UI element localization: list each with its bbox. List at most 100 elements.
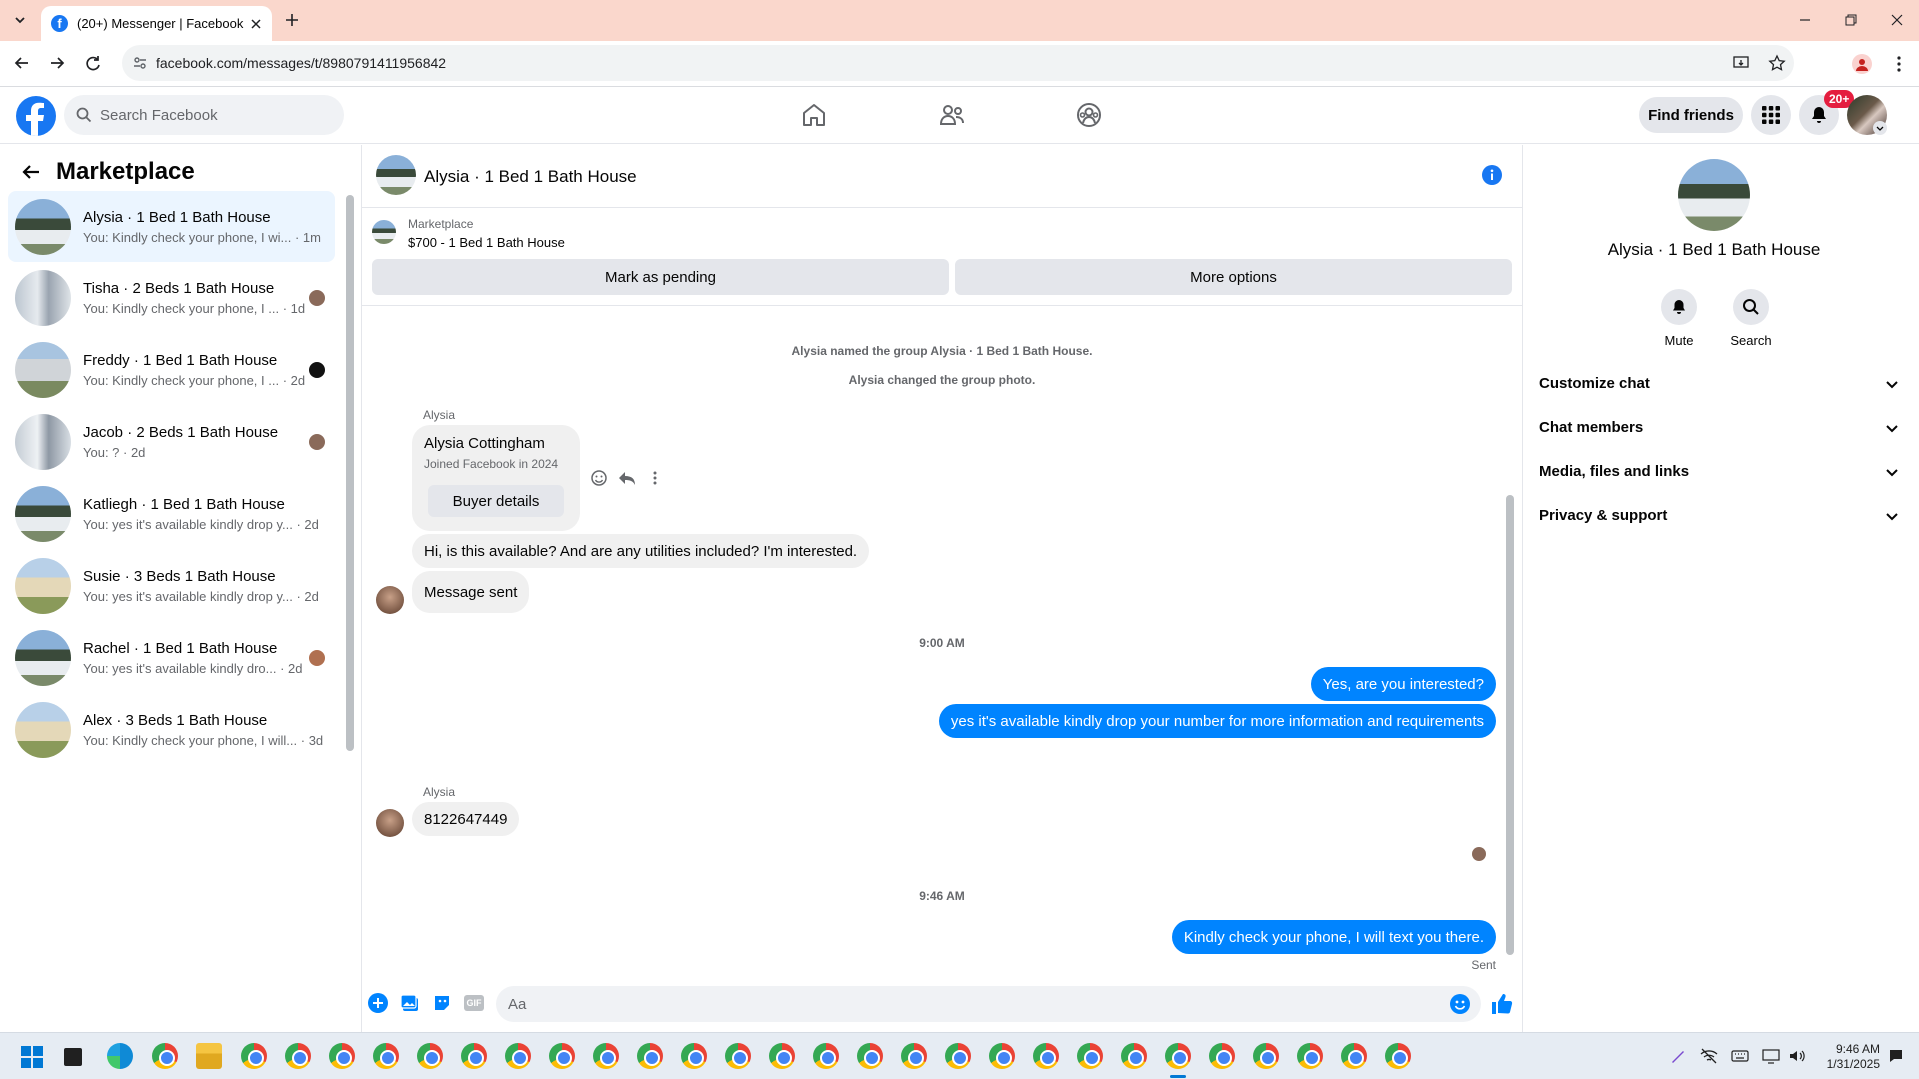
edge-browser-icon[interactable] <box>107 1043 133 1069</box>
listing-title[interactable]: $700 - 1 Bed 1 Bath House <box>408 235 565 250</box>
new-tab-button[interactable] <box>282 10 302 30</box>
conversation-item[interactable]: Susie · 3 Beds 1 Bath House You: yes it's… <box>8 550 335 621</box>
facebook-search-box[interactable]: Search Facebook <box>64 95 344 135</box>
profile-button[interactable] <box>1852 54 1872 74</box>
restore-window-button[interactable] <box>1844 13 1858 27</box>
network-off-icon[interactable] <box>1700 1048 1718 1064</box>
details-avatar[interactable] <box>1678 159 1750 231</box>
chrome-icon[interactable] <box>681 1043 707 1069</box>
sticker-icon[interactable] <box>432 993 452 1013</box>
search-in-conversation-button[interactable]: Search <box>1727 289 1775 348</box>
chrome-icon[interactable] <box>593 1043 619 1069</box>
chat-header-avatar[interactable] <box>376 155 416 195</box>
conversation-item[interactable]: Rachel · 1 Bed 1 Bath House You: yes it's… <box>8 622 335 693</box>
chrome-icon[interactable] <box>1033 1043 1059 1069</box>
notification-center-icon[interactable] <box>1888 1048 1904 1064</box>
chrome-icon[interactable] <box>417 1043 443 1069</box>
incoming-message[interactable]: 8122647449 <box>412 802 520 836</box>
conversation-item[interactable]: Freddy · 1 Bed 1 Bath House You: Kindly c… <box>8 334 335 405</box>
back-to-chats-button[interactable] <box>20 161 42 183</box>
listing-thumbnail[interactable] <box>372 220 396 244</box>
outgoing-message[interactable]: Yes, are you interested? <box>1310 667 1496 701</box>
thumbs-up-icon[interactable] <box>1490 992 1514 1016</box>
outgoing-message[interactable]: yes it's available kindly drop your numb… <box>938 704 1496 738</box>
nav-groups[interactable] <box>1075 101 1103 129</box>
clock[interactable]: 9:46 AM 1/31/2025 <box>1818 1042 1880 1072</box>
chrome-icon[interactable] <box>241 1043 267 1069</box>
conversation-item[interactable]: Tisha · 2 Beds 1 Bath House You: Kindly c… <box>8 262 335 333</box>
react-emoji-icon[interactable] <box>590 469 608 487</box>
chrome-icon[interactable] <box>813 1043 839 1069</box>
pen-icon[interactable] <box>1670 1048 1686 1064</box>
section-customize-chat[interactable]: Customize chat <box>1539 375 1899 392</box>
chrome-icon[interactable] <box>901 1043 927 1069</box>
chrome-icon[interactable] <box>549 1043 575 1069</box>
nav-home[interactable] <box>800 101 828 129</box>
mute-button[interactable]: Mute <box>1655 289 1703 348</box>
nav-friends[interactable] <box>938 101 966 129</box>
chrome-icon[interactable] <box>373 1043 399 1069</box>
section-privacy-support[interactable]: Privacy & support <box>1539 507 1899 524</box>
browser-tab-active[interactable]: f (20+) Messenger | Facebook <box>41 6 272 41</box>
chrome-icon[interactable] <box>1297 1043 1323 1069</box>
task-view-icon[interactable] <box>64 1048 82 1066</box>
conversation-item[interactable]: Jacob · 2 Beds 1 Bath House You: ? · 2d <box>8 406 335 477</box>
section-chat-members[interactable]: Chat members <box>1539 419 1899 436</box>
plus-circle-icon[interactable] <box>368 993 388 1013</box>
install-app-icon[interactable] <box>1732 54 1750 72</box>
chrome-icon[interactable] <box>769 1043 795 1069</box>
keyboard-icon[interactable] <box>1731 1049 1749 1063</box>
browser-menu-button[interactable] <box>1889 54 1909 74</box>
reload-button[interactable] <box>83 53 103 73</box>
chrome-icon[interactable] <box>1253 1043 1279 1069</box>
windows-start-icon[interactable] <box>20 1045 44 1069</box>
chat-title[interactable]: Alysia · 1 Bed 1 Bath House <box>424 167 637 187</box>
incoming-message[interactable]: Hi, is this available? And are any utili… <box>412 534 870 568</box>
outgoing-message[interactable]: Kindly check your phone, I will text you… <box>1171 920 1496 954</box>
conversation-item[interactable]: Katliegh · 1 Bed 1 Bath House You: yes it… <box>8 478 335 549</box>
chrome-icon[interactable] <box>857 1043 883 1069</box>
display-icon[interactable] <box>1762 1048 1780 1064</box>
site-info-icon[interactable] <box>132 55 148 71</box>
photo-icon[interactable] <box>400 993 420 1013</box>
chrome-icon[interactable] <box>725 1043 751 1069</box>
buyer-details-button[interactable]: Buyer details <box>428 485 564 517</box>
conversation-item[interactable]: Alex · 3 Beds 1 Bath House You: Kindly ch… <box>8 694 335 765</box>
chrome-icon[interactable] <box>1341 1043 1367 1069</box>
minimize-window-button[interactable] <box>1798 13 1812 27</box>
tab-search-button[interactable] <box>8 8 32 32</box>
incoming-message[interactable]: Message sent <box>412 571 530 613</box>
chrome-icon[interactable] <box>285 1043 311 1069</box>
back-button[interactable] <box>12 53 32 73</box>
file-explorer-icon[interactable] <box>196 1043 222 1069</box>
chrome-icon[interactable] <box>637 1043 663 1069</box>
message-input[interactable]: Aa <box>496 986 1481 1022</box>
sender-avatar[interactable] <box>376 586 404 614</box>
chrome-icon[interactable] <box>152 1043 178 1069</box>
emoji-icon[interactable] <box>1450 994 1470 1014</box>
close-tab-icon[interactable] <box>250 18 262 30</box>
chrome-icon[interactable] <box>945 1043 971 1069</box>
messages-scrollbar[interactable] <box>1506 495 1514 955</box>
sender-avatar[interactable] <box>376 809 404 837</box>
chrome-icon[interactable] <box>1121 1043 1147 1069</box>
address-bar[interactable]: facebook.com/messages/t/8980791411956842 <box>122 45 1794 81</box>
section-media-files-links[interactable]: Media, files and links <box>1539 463 1899 480</box>
chrome-icon[interactable] <box>329 1043 355 1069</box>
more-vertical-icon[interactable] <box>646 469 664 487</box>
chrome-icon[interactable] <box>1077 1043 1103 1069</box>
chrome-icon[interactable] <box>461 1043 487 1069</box>
volume-icon[interactable] <box>1788 1048 1806 1064</box>
gif-icon[interactable]: GIF <box>464 995 484 1011</box>
chrome-icon-active[interactable] <box>1165 1043 1191 1069</box>
close-window-button[interactable] <box>1890 13 1904 27</box>
forward-button[interactable] <box>47 53 67 73</box>
menu-button[interactable] <box>1751 95 1791 135</box>
reply-icon[interactable] <box>618 469 636 487</box>
chrome-icon[interactable] <box>1209 1043 1235 1069</box>
chrome-icon[interactable] <box>1385 1043 1411 1069</box>
bookmark-star-icon[interactable] <box>1768 54 1786 72</box>
conversation-item[interactable]: Alysia · 1 Bed 1 Bath House You: Kindly c… <box>8 191 335 262</box>
more-options-button[interactable]: More options <box>955 259 1512 295</box>
conversation-list-scrollbar[interactable] <box>346 195 354 751</box>
